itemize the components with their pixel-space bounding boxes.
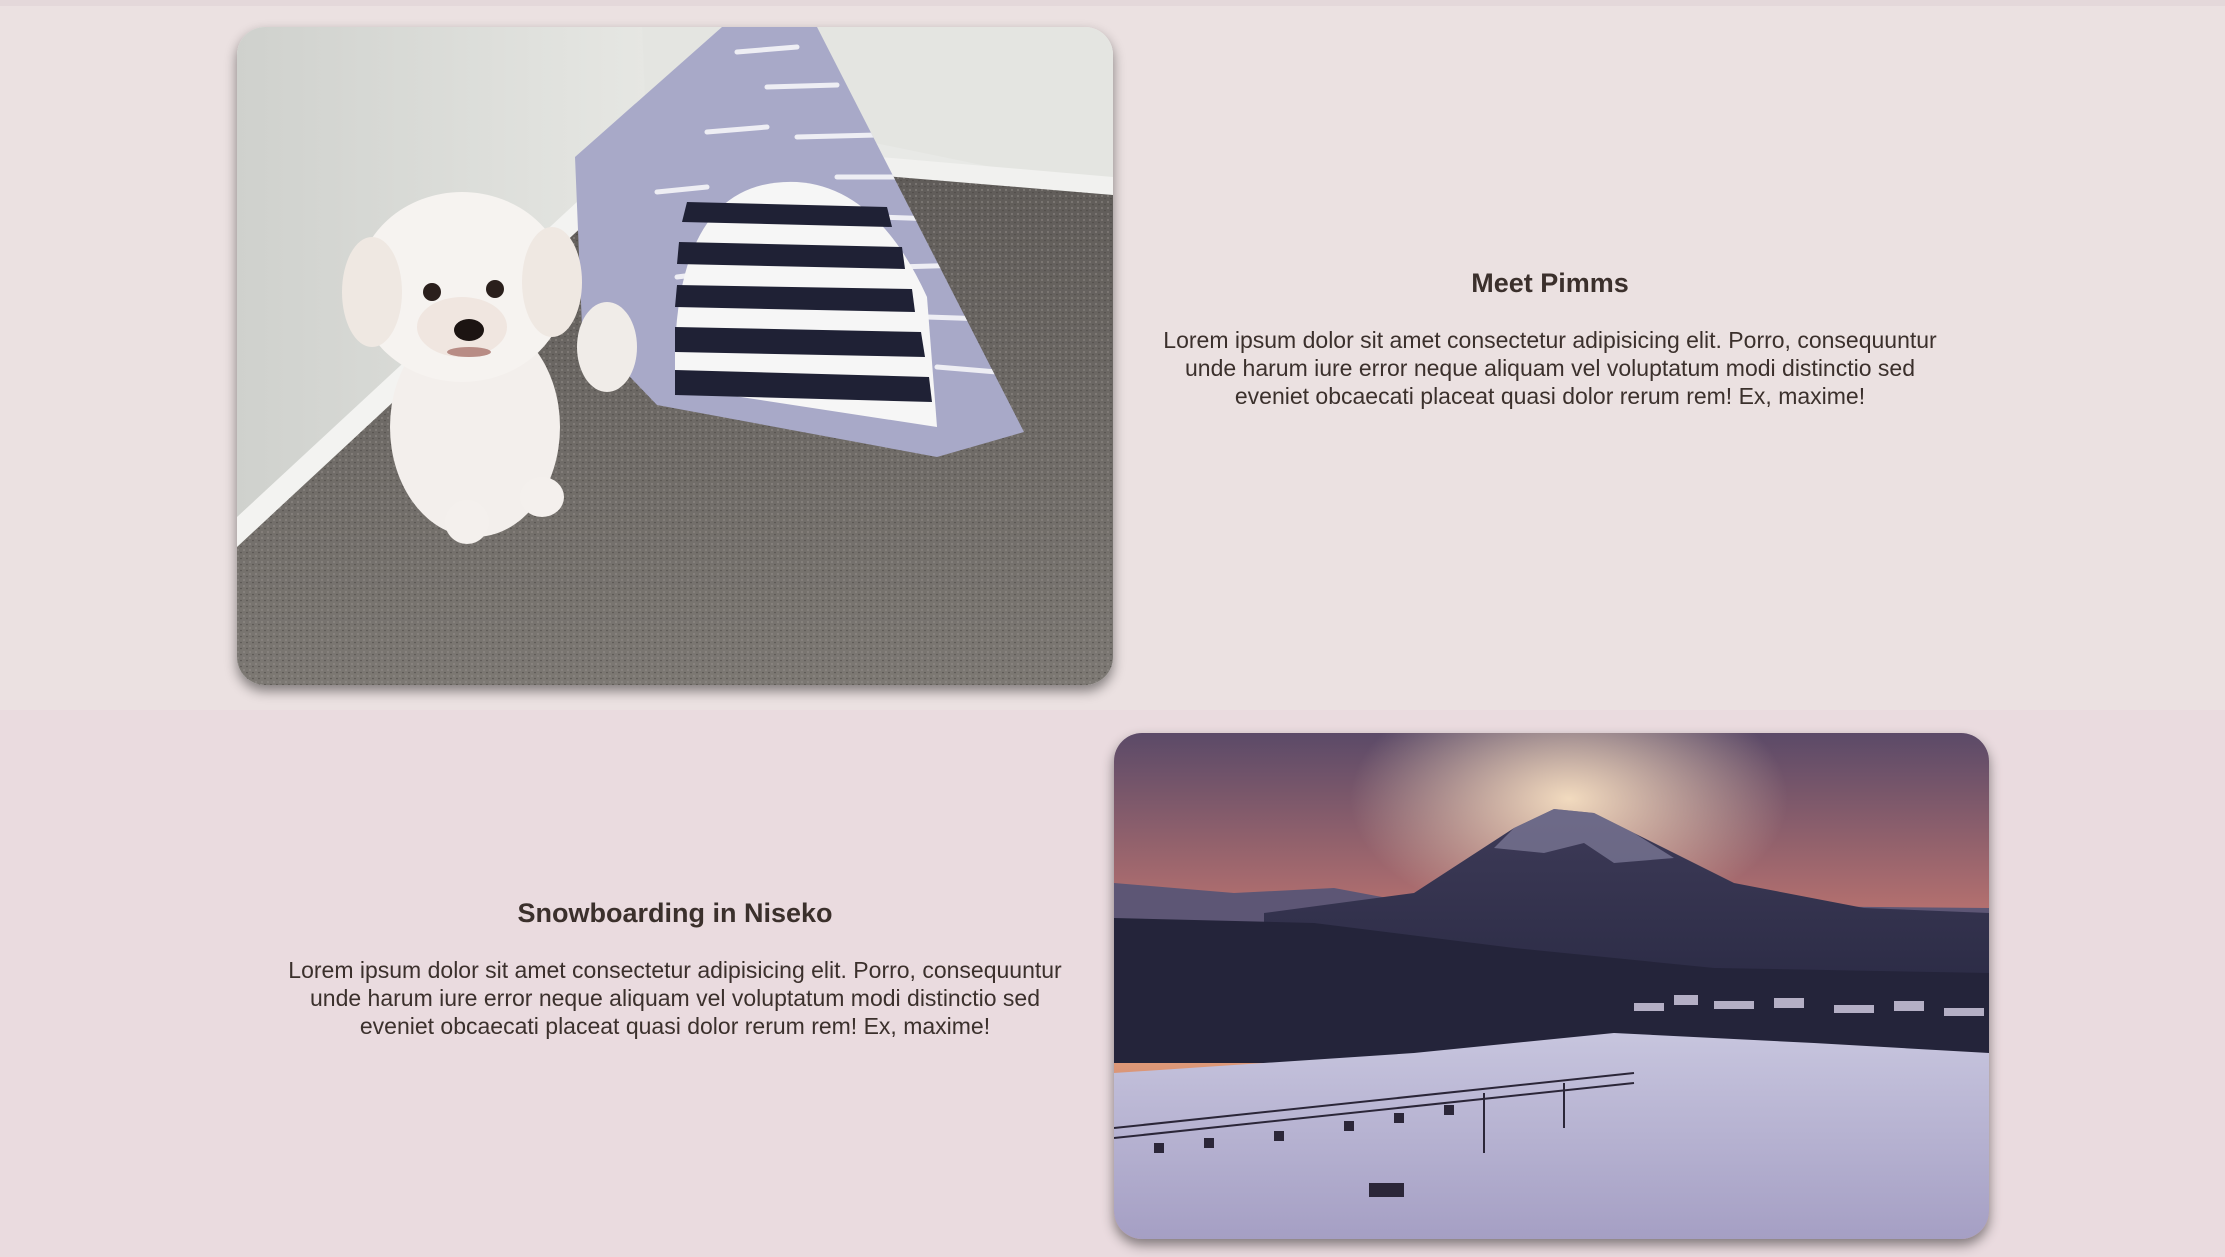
- meet-pimms-text: Meet Pimms Lorem ipsum dolor sit amet co…: [1160, 268, 1940, 410]
- section-body: Lorem ipsum dolor sit amet consectetur a…: [288, 957, 1062, 1039]
- section-meet-pimms: Meet Pimms Lorem ipsum dolor sit amet co…: [0, 0, 2225, 710]
- section-body: Lorem ipsum dolor sit amet consectetur a…: [1163, 327, 1937, 409]
- section-title: Snowboarding in Niseko: [517, 898, 833, 928]
- snowboarding-text: Snowboarding in Niseko Lorem ipsum dolor…: [285, 898, 1065, 1040]
- section-snowboarding: Snowboarding in Niseko Lorem ipsum dolor…: [0, 710, 2225, 1257]
- top-divider: [0, 0, 2225, 6]
- section-title: Meet Pimms: [1471, 268, 1629, 298]
- dog-photo: [237, 27, 1113, 685]
- mountain-photo: [1114, 733, 1989, 1239]
